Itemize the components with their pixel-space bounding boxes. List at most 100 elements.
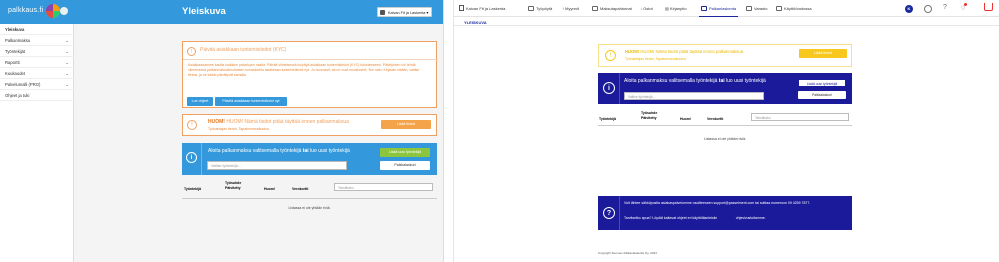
settings-icon[interactable]	[924, 5, 932, 13]
notice-title: HUOM! HUOM! Nämä tiedot pitää täyttää en…	[208, 119, 349, 125]
warning-icon: !	[605, 50, 616, 61]
update-kyc-button[interactable]: Päivitä asiakkaan tuntemistiedot nyt	[215, 97, 287, 106]
nav-inventory[interactable]: Varasto	[746, 5, 768, 11]
palkkaus-logo[interactable]: palkkaus.fi	[0, 0, 74, 24]
transactions-icon	[592, 5, 598, 11]
onboarding-icon	[776, 5, 782, 11]
nav-purchases[interactable]: ↓ Ostot	[640, 6, 653, 11]
arrow-down-icon: ↓	[640, 5, 642, 11]
start-payroll-panel: i Aloita palkanmaksu valitsemalla työnte…	[598, 73, 852, 104]
chevron-down-icon: ⌄	[65, 49, 69, 54]
sidebar-item-label: Työntekijät	[5, 49, 26, 55]
salary-calculator-button[interactable]: Palkkalaskuri	[798, 91, 846, 99]
column-header[interactable]: Työntekijä	[599, 117, 616, 121]
start-payroll-text: Aloita palkanmaksu valitsemalla työnteki…	[208, 148, 350, 154]
inventory-icon	[746, 5, 752, 11]
user-avatar[interactable]: K	[905, 5, 913, 13]
right-app-window: Kaivan Fit ja Laskenta Työpöytä ↑ Myynni…	[453, 0, 999, 262]
payroll-icon	[701, 5, 707, 11]
salary-calculator-button[interactable]: Palkkalaskuri	[380, 161, 430, 170]
cart-icon[interactable]	[984, 3, 993, 11]
nav-onboarding[interactable]: Käyttöönotossa	[776, 5, 812, 11]
logo-text: palkkaus.fi	[8, 7, 44, 14]
notice-panel: ! HUOM! HUOM! Nämä tiedot pitää täyttää …	[182, 114, 437, 136]
dashboard-icon	[528, 5, 534, 11]
column-header[interactable]: Verokortti	[292, 187, 308, 191]
add-details-button[interactable]: Lisää tiedot	[799, 49, 847, 58]
nav-dashboard[interactable]: Työpöytä	[528, 5, 552, 11]
column-header[interactable]: Huom!	[680, 117, 691, 121]
notice-title: HUOM! HUOM! Nämä tiedot pitää täyttää en…	[625, 49, 744, 54]
column-header[interactable]: Työntekijä	[184, 187, 201, 191]
chevron-down-icon: ⌄	[65, 60, 69, 65]
sidebar-item-payroll[interactable]: Palkanmaksu ⌄	[0, 35, 74, 46]
left-header: Yleiskuva Kaivan Fit ja Laskenta ▾	[74, 0, 443, 24]
support-help-text: Tarvitsetko apua? Löydät kattavat ohjeet…	[624, 216, 766, 220]
company-icon	[380, 10, 385, 15]
sidebar-item-reports[interactable]: Raportit ⌄	[0, 57, 74, 68]
divider	[454, 25, 999, 26]
sidebar-item-overview[interactable]: Yleiskuva	[0, 24, 74, 35]
copyright-text: Copyright Suomen Palkanlaskenta Oy, 2024	[598, 251, 657, 255]
add-details-button[interactable]: Lisää tiedot	[381, 120, 431, 129]
page-title: Yleiskuva	[182, 6, 226, 17]
text-search-input[interactable]: Tekstihaku	[334, 183, 433, 191]
sidebar-item-employees[interactable]: Työntekijät ⌄	[0, 46, 74, 57]
column-header[interactable]: Työsuhde Päivitetty	[641, 111, 667, 120]
warning-icon: !	[187, 47, 196, 56]
sidebar-item-help[interactable]: Ohjeet ja tuki	[0, 90, 74, 101]
employee-table-header: Työntekijä Työsuhde Päivitetty Huom! Ver…	[182, 179, 437, 199]
notice-link[interactable]: Työnantajan tiedot, Tapaturmavakuutus	[625, 57, 686, 61]
company-selector-label: Kaivan Fit ja Laskenta	[388, 10, 426, 15]
divider	[183, 59, 438, 60]
company-selector[interactable]: Kaivan Fit ja Laskenta ▾	[377, 7, 433, 17]
chevron-down-icon: ⌄	[65, 38, 69, 43]
divider	[182, 198, 437, 199]
top-navbar: Kaivan Fit ja Laskenta Työpöytä ↑ Myynni…	[454, 0, 999, 17]
start-payroll-panel: i Aloita palkanmaksu valitsemalla työnte…	[182, 143, 437, 175]
chevron-down-icon: ⌄	[65, 71, 69, 76]
company-name[interactable]: Kaivan Fit ja Laskenta	[466, 6, 505, 11]
employee-search-input[interactable]: Valitse työntekijä...	[207, 161, 347, 170]
kyc-panel: ! Päivitä asiakkaan tuntemistiedot (KYC)…	[182, 41, 438, 108]
sidebar-item-label: Palkanmaksu	[5, 38, 31, 44]
sidebar-item-months[interactable]: Kuukaudet ⌄	[0, 68, 74, 79]
nav-sales[interactable]: ↑ Myynnit	[562, 6, 579, 11]
building-icon	[459, 5, 464, 11]
notification-dot	[964, 3, 967, 6]
sidebar-item-service-model[interactable]: Palvelumalli (PRO) ⌄	[0, 79, 74, 90]
empty-table-message: Listassa ei ole yhtään riviä.	[288, 206, 331, 210]
sidebar-item-label: Raportit	[5, 60, 20, 66]
logo-dot-icon	[60, 7, 68, 15]
logo-mark-icon	[46, 4, 60, 18]
guide-button[interactable]: Lue ohjeet	[187, 97, 213, 106]
text-search-input[interactable]: Tekstihaku	[751, 113, 849, 121]
add-employee-button[interactable]: Lisää uusi työntekijä	[798, 79, 846, 87]
start-payroll-text: Aloita palkanmaksu valitsemalla työnteki…	[624, 78, 766, 84]
info-icon: i	[603, 82, 615, 94]
notice-panel: ! HUOM! HUOM! Nämä tiedot pitää täyttää …	[598, 44, 852, 67]
employee-search-input[interactable]: Valitse työntekijä...	[624, 92, 764, 100]
sidebar-item-label: Palvelumalli (PRO)	[5, 82, 41, 88]
column-header[interactable]: Työsuhde Päivitetty	[225, 181, 251, 190]
empty-table-message: Listassa ei ole yhtään riviä.	[703, 137, 747, 141]
help-icon: ?	[603, 207, 615, 219]
kyc-body: Asiakkaanamme kaufta kaikkien palvelujen…	[188, 63, 420, 77]
sidebar-item-label: Yleiskuva	[5, 27, 25, 33]
warning-icon: !	[187, 120, 197, 130]
add-employee-button[interactable]: Lisää uusi työntekijä	[380, 148, 430, 157]
nav-payroll[interactable]: Palkanlaskenta	[698, 5, 739, 17]
support-panel: ? Voit lähtee sähköpostia asiakaspalvelu…	[598, 196, 852, 230]
help-site-link[interactable]: palkkaus.fi	[718, 216, 735, 220]
help-icon[interactable]: ?	[943, 4, 947, 11]
info-icon: i	[186, 152, 197, 163]
nav-transactions[interactable]: Maksutapahtumat	[592, 5, 632, 11]
support-contact-text: Voit lähtee sähköpostia asiakaspalvelumm…	[624, 201, 811, 205]
notice-link[interactable]: Työnantajan tiedot, Tapaturmavakuutus	[208, 127, 269, 131]
sidebar-item-label: Kuukaudet	[5, 71, 26, 77]
left-sidebar: palkkaus.fi Yleiskuva Palkanmaksu ⌄ Työnt…	[0, 0, 74, 262]
arrow-up-icon: ↑	[562, 5, 564, 11]
column-header[interactable]: Verokortti	[707, 117, 723, 121]
nav-bookkeeping[interactable]: ▤ Kirjanpito	[665, 6, 687, 11]
column-header[interactable]: Huom!	[264, 187, 275, 191]
